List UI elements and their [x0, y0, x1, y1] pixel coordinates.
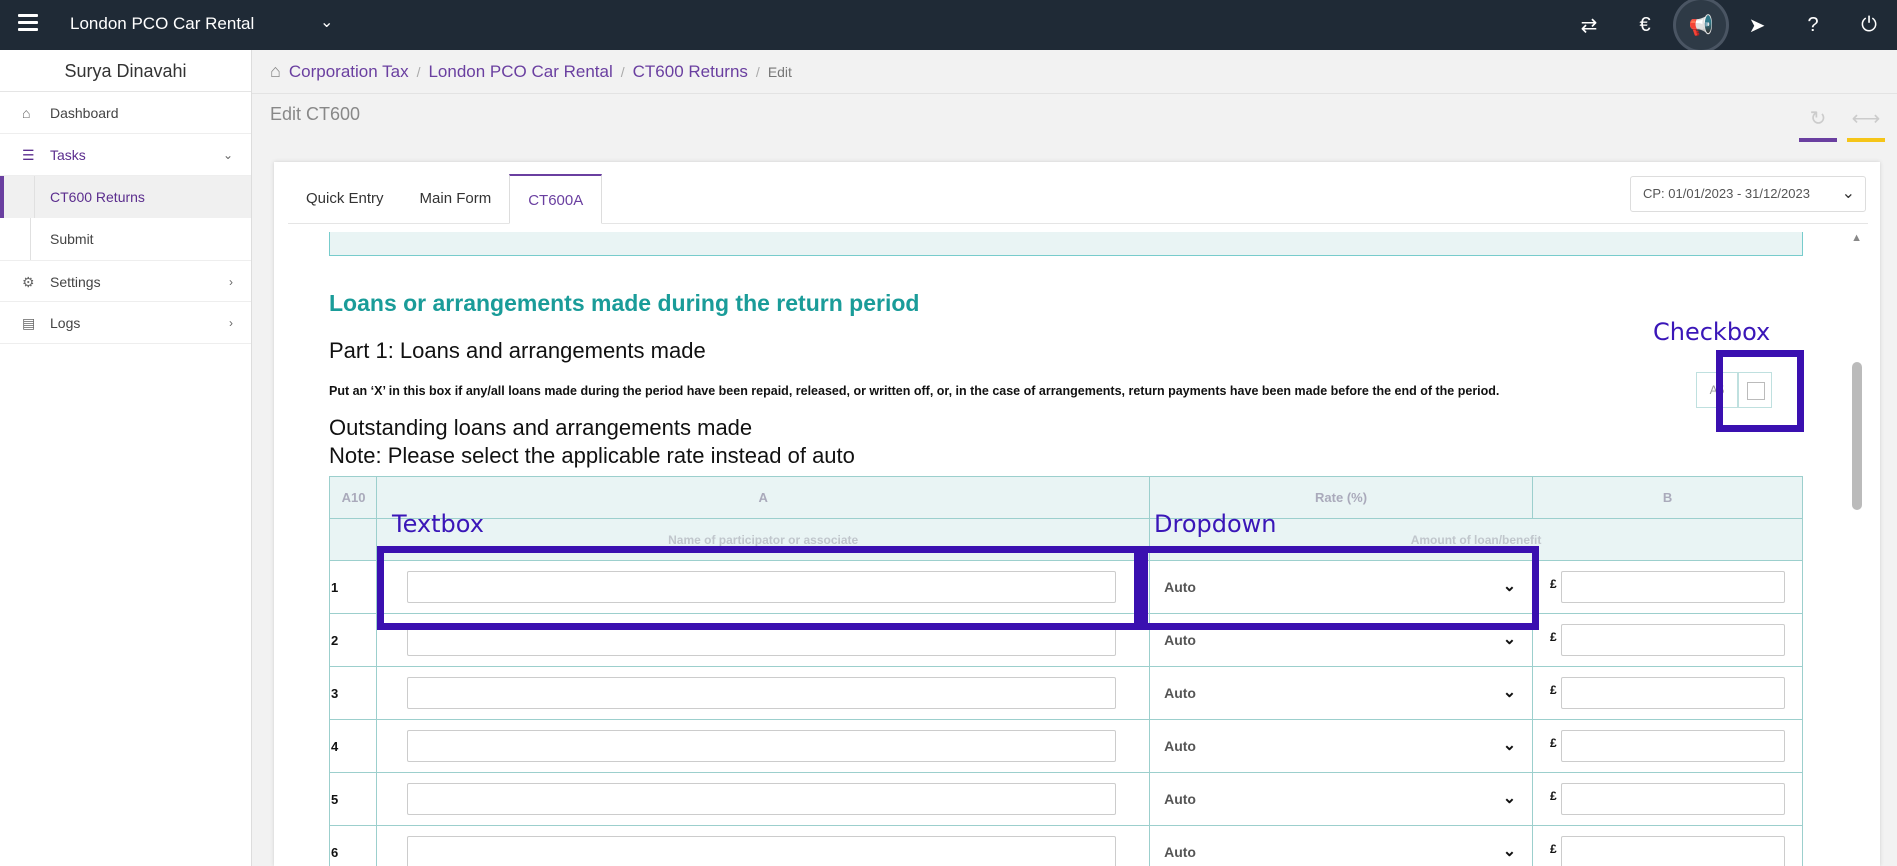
sidebar-item-settings[interactable]: ⚙ Settings › — [0, 260, 251, 302]
instruction-text: Put an ‘X’ in this box if any/all loans … — [329, 384, 1500, 398]
currency-symbol: £ — [1550, 789, 1557, 803]
period-value: CP: 01/01/2023 - 31/12/2023 — [1643, 186, 1810, 201]
annotation-textbox-box — [377, 546, 1141, 630]
scroll-thumb[interactable] — [1852, 362, 1862, 510]
previous-section-edge — [329, 232, 1803, 256]
breadcrumb: ⌂ Corporation Tax / London PCO Car Renta… — [252, 50, 1897, 94]
annotation-textbox-label: Textbox — [392, 510, 484, 538]
rate-dropdown[interactable]: Auto ⌄ — [1160, 783, 1520, 815]
chevron-down-icon: ⌄ — [1502, 737, 1517, 754]
column-header: B — [1532, 476, 1803, 519]
loan-amount-input[interactable] — [1561, 677, 1786, 709]
top-bar: London PCO Car Rental ⌄ ⇄ € 📢 ➤ ? ⏻ — [0, 0, 1897, 50]
sidebar-item-label: Tasks — [50, 147, 86, 163]
sidebar-subitem-ct600-returns[interactable]: CT600 Returns — [0, 176, 251, 218]
expand-icon[interactable]: ⟷ — [1847, 106, 1885, 142]
sidebar-item-dashboard[interactable]: ⌂ Dashboard — [0, 92, 251, 134]
tab-main-form[interactable]: Main Form — [402, 174, 510, 223]
power-icon[interactable]: ⏻ — [1841, 0, 1897, 50]
annotation-checkbox-box — [1716, 350, 1804, 432]
scroll-up-icon[interactable]: ▲ — [1851, 232, 1862, 244]
gear-icon: ⚙ — [22, 274, 35, 290]
row-number: 3 — [328, 666, 378, 720]
home-icon: ⌂ — [22, 105, 31, 121]
hamburger-menu-icon[interactable] — [18, 14, 38, 32]
currency-icon[interactable]: € — [1617, 0, 1673, 50]
tasks-icon: ☰ — [22, 147, 35, 163]
breadcrumb-link[interactable]: London PCO Car Rental — [428, 62, 612, 82]
rate-note: Note: Please select the applicable rate … — [329, 443, 855, 468]
loan-amount-input[interactable] — [1561, 624, 1786, 656]
page-title: Edit CT600 — [270, 104, 361, 124]
sidebar: Surya Dinavahi ⌂ Dashboard ☰ Tasks ⌄ CT6… — [0, 50, 252, 866]
sidebar-item-label: Settings — [50, 274, 101, 290]
ticket-icon[interactable]: ➤ — [1729, 0, 1785, 50]
outstanding-heading: Outstanding loans and arrangements made … — [329, 414, 855, 470]
column-header: A — [376, 476, 1151, 519]
currency-symbol: £ — [1550, 577, 1557, 591]
annotation-dropdown-box — [1141, 546, 1539, 630]
sidebar-subitem-submit[interactable]: Submit — [0, 218, 251, 260]
section-title: Loans or arrangements made during the re… — [329, 290, 920, 316]
currency-symbol: £ — [1550, 683, 1557, 697]
chevron-down-icon: ⌄ — [1841, 185, 1855, 202]
tab-quick-entry[interactable]: Quick Entry — [288, 174, 402, 223]
refresh-icon[interactable]: ↻ — [1799, 106, 1837, 142]
home-icon[interactable]: ⌂ — [270, 61, 281, 82]
loans-table: A10 A Rate (%) B Name of participator or… — [328, 476, 1803, 866]
table-row: 5 Auto ⌄ £ — [328, 772, 1803, 826]
part-title: Part 1: Loans and arrangements made — [329, 338, 706, 363]
currency-symbol: £ — [1550, 736, 1557, 750]
annotation-checkbox-label: Checkbox — [1653, 318, 1771, 346]
table-row: 3 Auto ⌄ £ — [328, 666, 1803, 720]
row-number: 2 — [328, 613, 378, 667]
chevron-down-icon: ⌄ — [1502, 684, 1517, 701]
sidebar-item-label: Dashboard — [50, 105, 119, 121]
breadcrumb-link[interactable]: CT600 Returns — [633, 62, 748, 82]
outstanding-title: Outstanding loans and arrangements made — [329, 415, 753, 440]
tab-ct600a[interactable]: CT600A — [509, 174, 603, 224]
currency-symbol: £ — [1550, 630, 1557, 644]
row-number: 5 — [328, 772, 378, 826]
loan-amount-input[interactable] — [1561, 730, 1786, 762]
breadcrumb-link[interactable]: Corporation Tax — [289, 62, 409, 82]
sidebar-item-label: Logs — [50, 315, 81, 331]
rate-dropdown[interactable]: Auto ⌄ — [1160, 730, 1520, 762]
annotation-dropdown-label: Dropdown — [1154, 510, 1277, 538]
loan-amount-input[interactable] — [1561, 836, 1786, 866]
scrollbar[interactable]: ▲ — [1851, 232, 1862, 866]
rate-dropdown[interactable]: Auto ⌄ — [1160, 836, 1520, 866]
currency-symbol: £ — [1550, 842, 1557, 856]
loan-amount-input[interactable] — [1561, 783, 1786, 815]
chevron-right-icon: › — [229, 316, 233, 330]
table-row: 4 Auto ⌄ £ — [328, 719, 1803, 773]
loan-amount-input[interactable] — [1561, 571, 1786, 603]
period-select[interactable]: CP: 01/01/2023 - 31/12/2023 ⌄ — [1630, 176, 1866, 212]
chevron-down-icon: ⌄ — [222, 148, 233, 162]
participator-name-input[interactable] — [407, 783, 1117, 815]
row-number: 1 — [328, 560, 378, 614]
chevron-right-icon: › — [229, 275, 233, 289]
chevron-down-icon: ⌄ — [1502, 843, 1517, 860]
help-icon[interactable]: ? — [1785, 0, 1841, 50]
column-header: A10 — [328, 476, 378, 519]
megaphone-icon[interactable]: 📢 — [1673, 0, 1729, 50]
table-row: 6 Auto ⌄ £ — [328, 825, 1803, 866]
participator-name-input[interactable] — [407, 836, 1117, 866]
chevron-down-icon: ⌄ — [1502, 790, 1517, 807]
breadcrumb-current: Edit — [767, 63, 792, 80]
form-card: Quick Entry Main Form CT600A CP: 01/01/2… — [274, 162, 1880, 866]
row-number: 6 — [328, 825, 378, 866]
participator-name-input[interactable] — [407, 677, 1117, 709]
chevron-down-icon[interactable]: ⌄ — [320, 12, 333, 32]
document-icon: ▤ — [22, 315, 36, 331]
user-name: Surya Dinavahi — [0, 50, 251, 92]
sidebar-item-logs[interactable]: ▤ Logs › — [0, 302, 251, 344]
rate-dropdown[interactable]: Auto ⌄ — [1160, 677, 1520, 709]
row-number: 4 — [328, 719, 378, 773]
participator-name-input[interactable] — [407, 730, 1117, 762]
sidebar-item-tasks[interactable]: ☰ Tasks ⌄ — [0, 134, 251, 176]
switch-icon[interactable]: ⇄ — [1561, 0, 1617, 50]
company-name[interactable]: London PCO Car Rental — [70, 14, 254, 34]
